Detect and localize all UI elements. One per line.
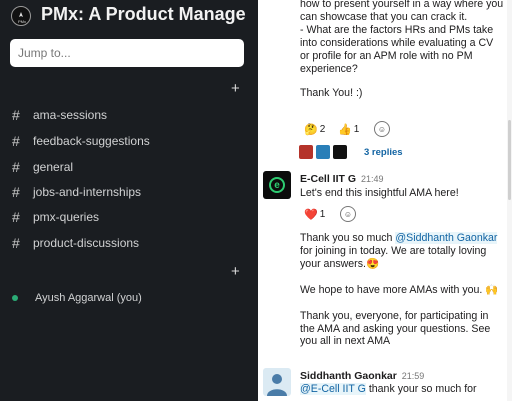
channel-label: pmx-queries (33, 210, 100, 224)
hash-icon: # (12, 235, 20, 251)
heart-icon: ❤️ (304, 208, 318, 221)
message-timestamp[interactable]: 21:59 (402, 371, 425, 381)
jump-to-input[interactable] (18, 46, 218, 60)
channel-label: jobs-and-internships (33, 185, 142, 199)
message-body: Thank you so much @Siddhanth Gaonkar for… (300, 232, 505, 348)
message-line: Let's end this insightful AMA here! (300, 187, 459, 199)
avatar (299, 145, 313, 159)
reaction-heart[interactable]: ❤️ 1 (304, 206, 325, 222)
reaction-count: 2 (319, 123, 326, 135)
avatar (333, 145, 347, 159)
sidebar-item-jobs-and-internships[interactable]: # jobs-and-internships (12, 183, 141, 201)
workspace-header[interactable]: PMx PMx: A Product Managem... (0, 0, 258, 34)
message-text: for joining in today. We are totally lov… (300, 244, 487, 270)
message-line: We hope to have more AMAs with you. 🙌 (300, 283, 499, 296)
ecell-logo-icon: e (269, 177, 285, 193)
reaction-thumbs-up[interactable]: 👍 1 (338, 121, 359, 137)
dm-label: Ayush Aggarwal (you) (35, 292, 142, 304)
message-line: how to present yourself in a way where y… (300, 0, 504, 23)
message-author[interactable]: E-Cell IIT G 21:49 (300, 173, 383, 185)
sidebar: PMx PMx: A Product Managem... + # ama-se… (0, 0, 258, 401)
avatar[interactable] (263, 368, 291, 396)
message-line: Thank You! :) (300, 87, 363, 100)
hash-icon: # (12, 209, 20, 225)
sidebar-item-ama-sessions[interactable]: # ama-sessions (12, 106, 107, 124)
sidebar-item-product-discussions[interactable]: # product-discussions (12, 234, 139, 252)
avatar[interactable]: e (263, 171, 291, 199)
workspace-logo-text: PMx (18, 19, 26, 24)
scrollbar-thumb[interactable] (508, 120, 511, 200)
message-line: - What are the factors HRs and PMs take … (300, 23, 494, 75)
channel-label: product-discussions (33, 236, 140, 250)
message-timestamp[interactable]: 21:49 (361, 174, 384, 184)
hash-icon: # (12, 133, 20, 149)
hash-icon: # (12, 107, 20, 123)
message-line: Thank you, everyone, for participating i… (300, 309, 491, 348)
message-text: Thank you so much (300, 232, 396, 244)
message-body: @E-Cell IIT G thank your so much for (300, 383, 505, 396)
person-icon (267, 374, 287, 396)
workspace-name[interactable]: PMx: A Product Managem... (41, 4, 246, 25)
add-reaction-icon[interactable]: ☺ (374, 121, 390, 137)
thumbs-up-icon: 👍 (338, 123, 352, 136)
message-author[interactable]: Siddhanth Gaonkar 21:59 (300, 370, 424, 382)
reaction-count: 1 (319, 208, 326, 220)
message-line: Thank you so much @Siddhanth Gaonkar for… (300, 232, 505, 271)
thinking-face-icon: 🤔 (304, 123, 318, 136)
message-line: @E-Cell IIT G thank your so much for (300, 383, 505, 396)
channel-label: feedback-suggestions (33, 134, 150, 148)
user-mention[interactable]: @Siddhanth Gaonkar (395, 232, 498, 244)
message-text: thank your so much for (365, 383, 477, 395)
add-channel-plus-icon[interactable]: + (231, 81, 240, 96)
sidebar-item-feedback-suggestions[interactable]: # feedback-suggestions (12, 132, 150, 150)
message-pane: how to present yourself in a way where y… (258, 0, 512, 401)
user-mention[interactable]: @E-Cell IIT G (300, 383, 366, 395)
thread-participants[interactable] (299, 145, 347, 159)
hash-icon: # (12, 184, 20, 200)
sidebar-item-pmx-queries[interactable]: # pmx-queries (12, 208, 99, 226)
message-body: how to present yourself in a way where y… (300, 0, 505, 100)
dm-item-self[interactable]: Ayush Aggarwal (you) (10, 290, 142, 306)
workspace-logo: PMx (11, 6, 31, 26)
online-status-dot (12, 295, 18, 301)
message-body: Let's end this insightful AMA here! (300, 187, 505, 200)
scrollbar[interactable] (507, 0, 512, 401)
channel-label: ama-sessions (33, 108, 108, 122)
hash-icon: # (12, 159, 20, 175)
sidebar-item-general[interactable]: # general (12, 158, 73, 176)
add-dm-plus-icon[interactable]: + (231, 264, 240, 279)
author-name[interactable]: E-Cell IIT G (300, 173, 356, 185)
thread-replies-link[interactable]: 3 replies (364, 147, 403, 158)
reaction-count: 1 (353, 123, 360, 135)
author-name[interactable]: Siddhanth Gaonkar (300, 370, 397, 382)
add-reaction-icon[interactable]: ☺ (340, 206, 356, 222)
avatar (316, 145, 330, 159)
channel-label: general (33, 160, 74, 174)
reaction-thinking[interactable]: 🤔 2 (304, 121, 325, 137)
jump-to-search[interactable] (10, 39, 244, 67)
